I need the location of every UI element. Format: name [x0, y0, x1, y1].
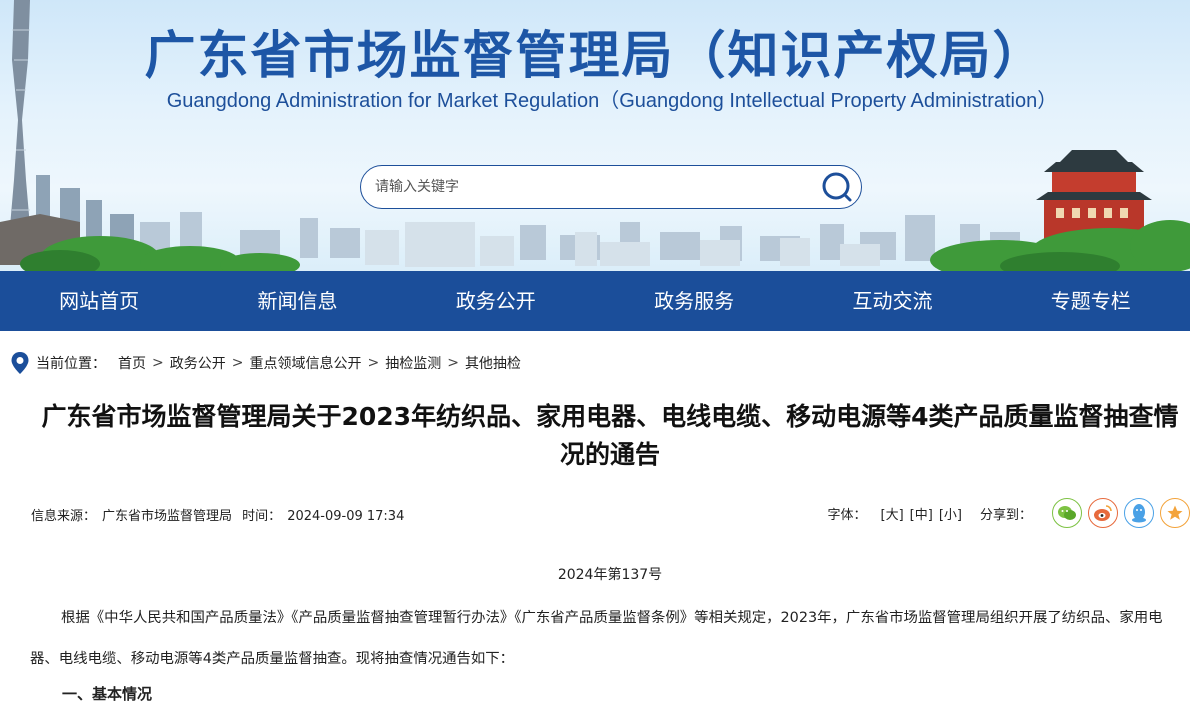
wechat-icon — [1058, 506, 1076, 520]
article-tools: 字体： [大] [中] [小] 分享到： — [828, 497, 1190, 529]
document-number: 2024年第137号 — [557, 567, 663, 583]
breadcrumb-inspection[interactable]: 抽检监测 — [385, 353, 441, 373]
main-nav: 网站首页 新闻信息 政务公开 政务服务 互动交流 专题专栏 — [0, 271, 1190, 331]
weibo-icon — [1094, 505, 1112, 521]
article-paragraph: 根据《中华人民共和国产品质量法》《产品质量监督抽查管理暂行办法》《广东省产品质量… — [30, 610, 1163, 667]
section-heading: 一、基本情况 — [62, 685, 153, 703]
breadcrumb-separator: > — [231, 355, 244, 371]
breadcrumb-government-affairs[interactable]: 政务公开 — [170, 353, 226, 373]
time-value: 2024-09-09 17:34 — [287, 509, 405, 524]
favorite-button[interactable] — [1160, 498, 1190, 528]
nav-interaction[interactable]: 互动交流 — [793, 271, 991, 331]
breadcrumb-home[interactable]: 首页 — [118, 353, 146, 373]
nav-government-affairs[interactable]: 政务公开 — [397, 271, 595, 331]
search-button[interactable] — [821, 171, 853, 203]
share-weibo-button[interactable] — [1088, 498, 1118, 528]
nav-news[interactable]: 新闻信息 — [198, 271, 396, 331]
breadcrumb-separator: > — [152, 355, 164, 371]
location-pin-icon — [11, 352, 29, 374]
font-size-medium[interactable]: [中] — [910, 504, 933, 523]
share-qq-button[interactable] — [1124, 498, 1154, 528]
search-bar — [360, 165, 862, 209]
nav-government-services[interactable]: 政务服务 — [595, 271, 793, 331]
breadcrumb-key-areas[interactable]: 重点领域信息公开 — [249, 353, 361, 373]
article-meta: 信息来源： 广东省市场监督管理局 时间： 2024-09-09 17:34 — [31, 505, 410, 524]
font-size-label: 字体： — [827, 507, 867, 523]
font-size-large[interactable]: [大] — [881, 504, 904, 523]
share-wechat-button[interactable] — [1052, 498, 1082, 528]
source-label: 信息来源： — [31, 509, 97, 524]
share-label: 分享到： — [979, 507, 1032, 523]
search-icon — [822, 172, 852, 202]
breadcrumb: 当前位置： 首页 > 政务公开 > 重点领域信息公开 > 抽检监测 > 其他抽检 — [10, 351, 521, 375]
star-icon — [1167, 505, 1183, 520]
header-banner: 广东省市场监督管理局（知识产权局） Guangdong Administrati… — [0, 0, 1190, 271]
time-label: 时间： — [242, 509, 282, 524]
source-value: 广东省市场监督管理局 — [102, 509, 233, 524]
search-input[interactable] — [375, 175, 805, 199]
breadcrumb-other-inspection[interactable]: 其他抽检 — [465, 353, 521, 373]
nav-special-topics[interactable]: 专题专栏 — [992, 271, 1190, 331]
font-size-small[interactable]: [小] — [939, 504, 962, 523]
article-title: 广东省市场监督管理局关于2023年纺织品、家用电器、电线电缆、移动电源等4类产品… — [41, 402, 1179, 469]
qq-penguin-icon — [1132, 504, 1146, 523]
breadcrumb-separator: > — [447, 355, 459, 371]
breadcrumb-label: 当前位置： — [36, 356, 106, 372]
nav-home[interactable]: 网站首页 — [0, 271, 198, 331]
site-subtitle: Guangdong Administration for Market Regu… — [166, 90, 1058, 112]
breadcrumb-separator: > — [367, 355, 380, 371]
site-title: 广东省市场监督管理局（知识产权局） — [144, 27, 1046, 86]
